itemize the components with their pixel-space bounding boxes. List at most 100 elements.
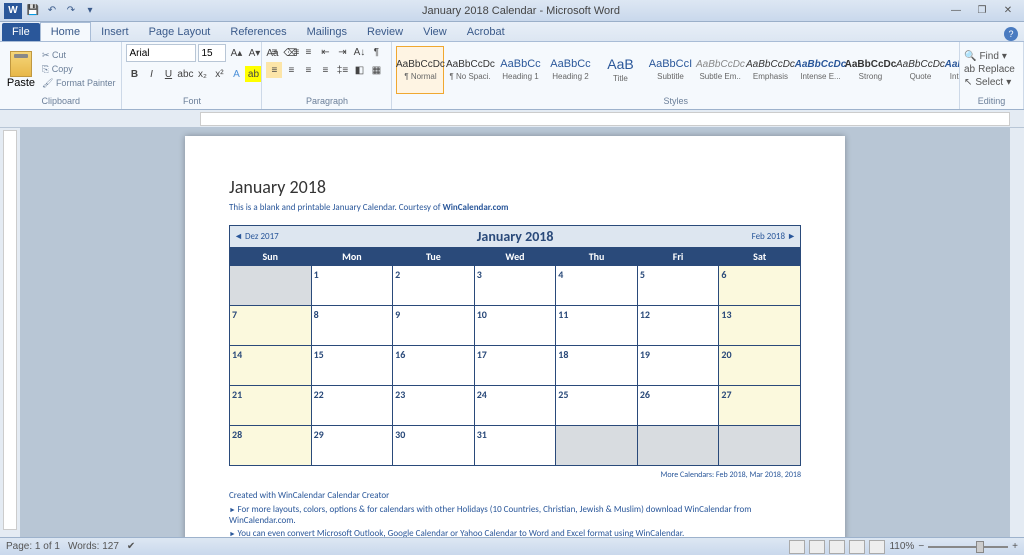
view-outline[interactable]	[849, 540, 865, 554]
text-effects-icon[interactable]: A	[228, 66, 244, 82]
page-viewport[interactable]: January 2018 This is a blank and printab…	[20, 128, 1010, 537]
copy-button[interactable]: ⎘ Copy	[40, 63, 117, 76]
calendar-cell[interactable]: 8	[311, 306, 393, 346]
style-item[interactable]: AaBbCcDc¶ Normal	[396, 46, 444, 94]
subscript-button[interactable]: x₂	[194, 66, 210, 82]
close-button[interactable]: ✕	[996, 3, 1020, 19]
calendar-cell[interactable]: 15	[311, 346, 393, 386]
style-item[interactable]: AaBbCcDcQuote	[896, 46, 944, 94]
style-item[interactable]: AaBbCcDcIntense Q...	[946, 46, 960, 94]
calendar-cell[interactable]	[719, 426, 801, 466]
tab-review[interactable]: Review	[357, 23, 413, 41]
bullets-icon[interactable]: ≡	[266, 44, 282, 60]
calendar-cell[interactable]: 9	[393, 306, 475, 346]
calendar-cell[interactable]: 30	[393, 426, 475, 466]
more-calendars[interactable]: More Calendars: Feb 2018, Mar 2018, 2018	[229, 470, 801, 480]
align-center-icon[interactable]: ≡	[283, 62, 299, 78]
paste-button[interactable]: Paste	[4, 49, 38, 91]
tab-references[interactable]: References	[220, 23, 296, 41]
numbering-icon[interactable]: ⋮≡	[283, 44, 299, 60]
increase-indent-icon[interactable]: ⇥	[334, 44, 350, 60]
style-item[interactable]: AaBbCcDcIntense E...	[796, 46, 844, 94]
calendar-cell[interactable]: 24	[474, 386, 556, 426]
calendar-cell[interactable]: 20	[719, 346, 801, 386]
highlight-icon[interactable]: ab	[245, 66, 261, 82]
calendar-cell[interactable]: 23	[393, 386, 475, 426]
vertical-scrollbar[interactable]	[1010, 128, 1024, 537]
calendar-cell[interactable]: 26	[637, 386, 719, 426]
multilevel-icon[interactable]: ≡	[300, 44, 316, 60]
prev-month-link[interactable]: ◄ Dez 2017	[234, 231, 279, 242]
zoom-in-button[interactable]: +	[1012, 541, 1018, 552]
vertical-ruler[interactable]	[0, 128, 20, 537]
grow-font-icon[interactable]: A▴	[228, 45, 244, 61]
redo-icon[interactable]: ↷	[63, 3, 79, 19]
tab-home[interactable]: Home	[40, 22, 91, 41]
replace-button[interactable]: abReplace	[964, 64, 1015, 75]
restore-button[interactable]: ❐	[970, 3, 994, 19]
calendar-cell[interactable]: 16	[393, 346, 475, 386]
qat-more-icon[interactable]: ▾	[82, 3, 98, 19]
calendar-cell[interactable]	[556, 426, 638, 466]
calendar-cell[interactable]: 3	[474, 266, 556, 306]
sort-icon[interactable]: A↓	[351, 44, 367, 60]
calendar-cell[interactable]: 25	[556, 386, 638, 426]
wincalendar-link[interactable]: WinCalendar.com	[443, 202, 509, 213]
calendar-cell[interactable]: 1	[311, 266, 393, 306]
calendar-cell[interactable]: 21	[230, 386, 312, 426]
style-item[interactable]: AaBbCcDcStrong	[846, 46, 894, 94]
calendar-cell[interactable]: 28	[230, 426, 312, 466]
calendar-cell[interactable]: 7	[230, 306, 312, 346]
calendar-cell[interactable]: 2	[393, 266, 475, 306]
cut-button[interactable]: ✂ Cut	[40, 49, 117, 62]
minimize-button[interactable]: ―	[944, 3, 968, 19]
calendar-cell[interactable]: 14	[230, 346, 312, 386]
calendar-cell[interactable]: 6	[719, 266, 801, 306]
underline-button[interactable]: U	[160, 66, 176, 82]
calendar-cell[interactable]	[230, 266, 312, 306]
tab-view[interactable]: View	[413, 23, 457, 41]
tab-mailings[interactable]: Mailings	[297, 23, 357, 41]
calendar-cell[interactable]	[637, 426, 719, 466]
strike-button[interactable]: abc	[177, 66, 193, 82]
help-icon[interactable]: ?	[1004, 27, 1018, 41]
view-draft[interactable]	[869, 540, 885, 554]
line-spacing-icon[interactable]: ‡≡	[334, 62, 350, 78]
style-item[interactable]: AaBbCcHeading 2	[546, 46, 594, 94]
tab-file[interactable]: File	[2, 23, 40, 41]
calendar-cell[interactable]: 17	[474, 346, 556, 386]
font-name-select[interactable]	[126, 44, 196, 62]
style-item[interactable]: AaBbCcDcEmphasis	[746, 46, 794, 94]
align-right-icon[interactable]: ≡	[300, 62, 316, 78]
status-page[interactable]: Page: 1 of 1	[6, 541, 60, 552]
status-words[interactable]: Words: 127	[68, 541, 119, 552]
calendar-cell[interactable]: 18	[556, 346, 638, 386]
calendar-cell[interactable]: 29	[311, 426, 393, 466]
calendar-cell[interactable]: 12	[637, 306, 719, 346]
style-item[interactable]: AaBbCcISubtitle	[646, 46, 694, 94]
created-with[interactable]: Created with WinCalendar Calendar Creato…	[229, 490, 801, 501]
undo-icon[interactable]: ↶	[44, 3, 60, 19]
borders-icon[interactable]: ▦	[368, 62, 384, 78]
calendar-cell[interactable]: 4	[556, 266, 638, 306]
save-icon[interactable]: 💾	[25, 3, 41, 19]
tab-acrobat[interactable]: Acrobat	[457, 23, 515, 41]
horizontal-ruler[interactable]	[200, 112, 1010, 126]
zoom-slider[interactable]	[928, 546, 1008, 548]
view-print-layout[interactable]	[789, 540, 805, 554]
calendar-cell[interactable]: 13	[719, 306, 801, 346]
show-marks-icon[interactable]: ¶	[368, 44, 384, 60]
shading-icon[interactable]: ◧	[351, 62, 367, 78]
calendar-cell[interactable]: 5	[637, 266, 719, 306]
decrease-indent-icon[interactable]: ⇤	[317, 44, 333, 60]
zoom-level[interactable]: 110%	[889, 541, 914, 552]
calendar-cell[interactable]: 27	[719, 386, 801, 426]
style-item[interactable]: AaBbCcHeading 1	[496, 46, 544, 94]
superscript-button[interactable]: x²	[211, 66, 227, 82]
style-item[interactable]: AaBbCcDcSubtle Em...	[696, 46, 744, 94]
style-item[interactable]: AaBTitle	[596, 46, 644, 94]
calendar-cell[interactable]: 10	[474, 306, 556, 346]
calendar-cell[interactable]: 22	[311, 386, 393, 426]
italic-button[interactable]: I	[143, 66, 159, 82]
calendar-cell[interactable]: 19	[637, 346, 719, 386]
